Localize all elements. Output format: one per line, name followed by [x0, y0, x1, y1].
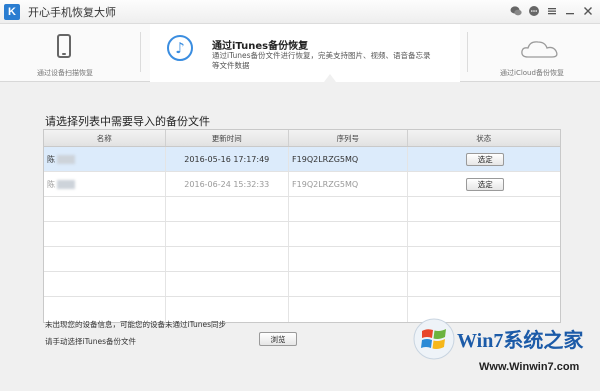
column-header-status: 状态	[476, 133, 492, 143]
mode-device-scan-label: 通过设备扫描恢复	[37, 69, 93, 77]
column-header-name: 名称	[44, 130, 166, 146]
mode-icloud-backup[interactable]: 通过iCloud备份恢复	[470, 24, 600, 82]
column-header-time: 更新时间	[166, 130, 290, 146]
watermark: Win7系统之家 Www.Winwin7.com	[413, 316, 593, 386]
select-button[interactable]: 选定	[466, 152, 505, 166]
table-header: 名称 更新时间 序列号 状态	[44, 130, 560, 147]
windows-logo-icon	[413, 318, 455, 360]
music-note-icon: ♪	[167, 35, 193, 61]
empty-row	[44, 272, 560, 297]
browse-button[interactable]: 浏览	[259, 332, 297, 346]
divider	[467, 32, 468, 72]
chat-icon[interactable]	[528, 5, 540, 17]
minimize-icon[interactable]	[564, 5, 576, 17]
menu-icon[interactable]	[546, 5, 558, 17]
table-row[interactable]: 陈 2016-06-24 15:32:33 F19Q2LRZG5MQ 选定	[44, 172, 560, 197]
cloud-icon	[521, 41, 558, 58]
cell-status: 选定	[408, 147, 560, 171]
title-bar: K 开心手机恢复大师	[0, 0, 600, 24]
wechat-icon[interactable]	[510, 5, 522, 17]
select-button[interactable]: 选定	[466, 177, 505, 191]
watermark-url: Www.Winwin7.com	[479, 361, 580, 373]
phone-icon	[57, 34, 71, 58]
close-icon[interactable]	[582, 5, 594, 17]
recovery-mode-bar: 通过设备扫描恢复 ♪ 通过iTunes备份恢复 通过iTunes备份文件进行恢复…	[0, 24, 600, 82]
cell-serial: F19Q2LRZG5MQ	[289, 172, 408, 196]
missing-device-note: 未出现您的设备信息，可能您的设备未通过iTunes同步	[45, 320, 227, 329]
cell-serial: F19Q2LRZG5MQ	[289, 147, 408, 171]
cell-name: 陈	[44, 172, 166, 196]
redacted-name	[57, 179, 75, 189]
mode-itunes-backup[interactable]: ♪ 通过iTunes备份恢复 通过iTunes备份文件进行恢复，完美支持图片、视…	[150, 24, 460, 82]
page-heading: 请选择列表中需要导入的备份文件	[45, 115, 210, 128]
mode-itunes-description: 通过iTunes备份文件进行恢复，完美支持图片、视频、语音备忘录等文件数据	[212, 51, 431, 70]
cell-time: 2016-05-16 17:17:49	[166, 147, 290, 171]
backup-table: 名称 更新时间 序列号 状态 陈 2016-05-16 17:17:49 F19…	[43, 129, 561, 323]
empty-row	[44, 197, 560, 222]
app-logo: K	[4, 3, 20, 20]
manual-select-note: 请手动选择iTunes备份文件	[45, 337, 137, 346]
divider	[140, 32, 141, 72]
empty-row	[44, 222, 560, 247]
table-row[interactable]: 陈 2016-05-16 17:17:49 F19Q2LRZG5MQ 选定	[44, 147, 560, 172]
cell-name: 陈	[44, 147, 166, 171]
mode-device-scan[interactable]: 通过设备扫描恢复	[0, 24, 125, 82]
active-pointer	[324, 74, 336, 82]
redacted-name	[57, 154, 75, 164]
cell-status: 选定	[408, 172, 560, 196]
empty-row	[44, 247, 560, 272]
window-controls	[510, 5, 594, 17]
mode-itunes-title: 通过iTunes备份恢复	[212, 41, 309, 52]
backup-name: 陈	[47, 154, 55, 164]
app-title: 开心手机恢复大师	[28, 5, 116, 19]
watermark-text: Win7系统之家	[457, 330, 584, 352]
backup-name: 陈	[47, 179, 55, 189]
column-header-serial: 序列号	[289, 130, 408, 146]
mode-icloud-label: 通过iCloud备份恢复	[500, 69, 564, 77]
cell-time: 2016-06-24 15:32:33	[166, 172, 290, 196]
